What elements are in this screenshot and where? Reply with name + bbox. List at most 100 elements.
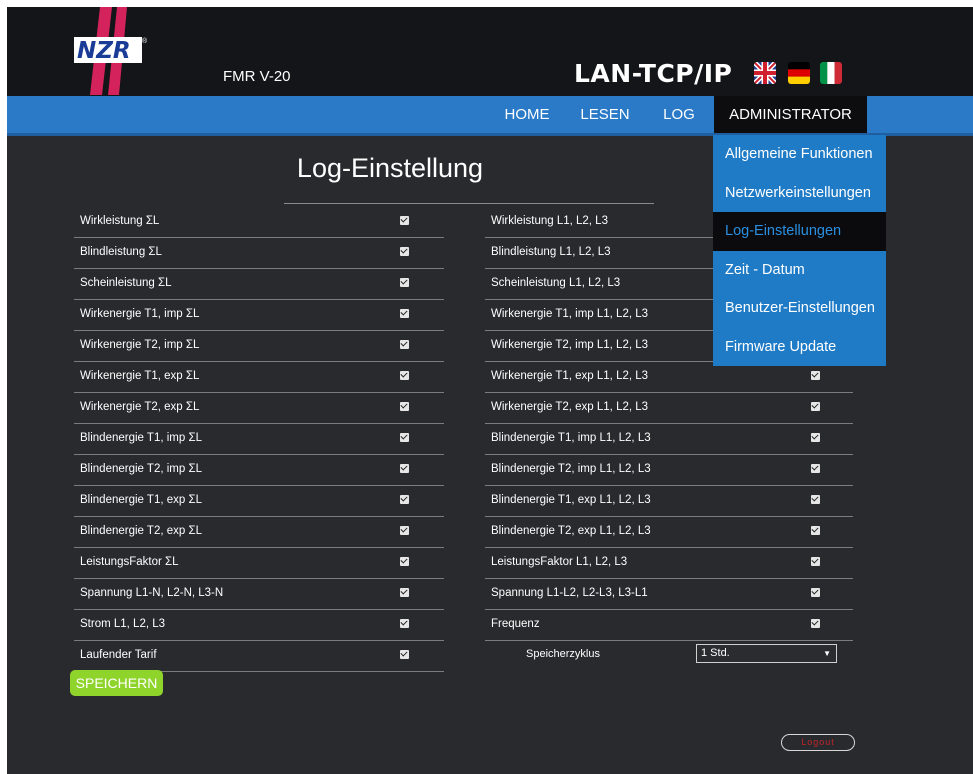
setting-label: Blindenergie T1, exp ΣL bbox=[80, 494, 202, 506]
setting-label: Scheinleistung ΣL bbox=[80, 277, 172, 289]
setting-row: Spannung L1-N, L2-N, L3-N bbox=[74, 578, 444, 610]
setting-row: LeistungsFaktor ΣL bbox=[74, 547, 444, 579]
setting-label: Blindenergie T2, exp ΣL bbox=[80, 525, 202, 537]
setting-row: Scheinleistung ΣL bbox=[74, 268, 444, 300]
setting-label: Spannung L1-L2, L2-L3, L3-L1 bbox=[491, 587, 648, 599]
setting-checkbox[interactable] bbox=[400, 309, 409, 318]
setting-row: Wirkenergie T2, exp L1, L2, L3 bbox=[485, 392, 853, 424]
setting-label: Wirkenergie T1, imp L1, L2, L3 bbox=[491, 308, 649, 320]
svg-text:®: ® bbox=[142, 37, 148, 45]
setting-checkbox[interactable] bbox=[811, 433, 820, 442]
nav-log[interactable]: LOG bbox=[651, 96, 707, 133]
chevron-down-icon: ▼ bbox=[823, 649, 831, 658]
setting-label: Blindleistung ΣL bbox=[80, 246, 162, 258]
speicherzyklus-label: Speicherzyklus bbox=[526, 648, 600, 660]
setting-checkbox[interactable] bbox=[400, 247, 409, 256]
setting-row: Wirkenergie T1, imp ΣL bbox=[74, 299, 444, 331]
setting-row: Wirkenergie T2, exp ΣL bbox=[74, 392, 444, 424]
setting-checkbox[interactable] bbox=[811, 402, 820, 411]
setting-checkbox[interactable] bbox=[400, 588, 409, 597]
setting-checkbox[interactable] bbox=[811, 557, 820, 566]
setting-label: Blindenergie T1, imp ΣL bbox=[80, 432, 202, 444]
setting-label: Wirkenergie T1, exp L1, L2, L3 bbox=[491, 370, 649, 382]
setting-label: Laufender Tarif bbox=[80, 649, 157, 661]
dropdown-item[interactable]: Log-Einstellungen bbox=[713, 212, 886, 251]
setting-checkbox[interactable] bbox=[400, 340, 409, 349]
setting-checkbox[interactable] bbox=[400, 619, 409, 628]
product-name: LAN-TCP/IP bbox=[574, 59, 733, 88]
setting-row: Spannung L1-L2, L2-L3, L3-L1 bbox=[485, 578, 853, 610]
setting-checkbox[interactable] bbox=[811, 371, 820, 380]
setting-checkbox[interactable] bbox=[400, 278, 409, 287]
title-divider bbox=[284, 203, 654, 204]
setting-checkbox[interactable] bbox=[811, 464, 820, 473]
nav-administrator[interactable]: ADMINISTRATOR bbox=[714, 96, 867, 133]
setting-row: Blindenergie T2, imp L1, L2, L3 bbox=[485, 454, 853, 486]
setting-checkbox[interactable] bbox=[400, 464, 409, 473]
setting-label: Wirkleistung L1, L2, L3 bbox=[491, 215, 608, 227]
speicherzyklus-select[interactable]: 1 Std. ▼ bbox=[696, 644, 837, 663]
setting-label: Wirkenergie T2, exp L1, L2, L3 bbox=[491, 401, 649, 413]
setting-row: Blindleistung ΣL bbox=[74, 237, 444, 269]
logo-text: NZR bbox=[77, 38, 131, 64]
setting-checkbox[interactable] bbox=[811, 526, 820, 535]
setting-row: Blindenergie T1, exp L1, L2, L3 bbox=[485, 485, 853, 517]
flag-de-icon[interactable] bbox=[788, 62, 810, 84]
admin-dropdown-menu: Allgemeine Funktionen Netzwerkeinstellung… bbox=[713, 135, 886, 366]
logout-button[interactable]: Logout bbox=[781, 734, 855, 751]
setting-checkbox[interactable] bbox=[400, 216, 409, 225]
setting-checkbox[interactable] bbox=[811, 619, 820, 628]
setting-row: Wirkleistung ΣL bbox=[74, 206, 444, 238]
setting-label: Blindleistung L1, L2, L3 bbox=[491, 246, 611, 258]
setting-row: Wirkenergie T1, exp ΣL bbox=[74, 361, 444, 393]
setting-checkbox[interactable] bbox=[400, 433, 409, 442]
nav-lesen[interactable]: LESEN bbox=[573, 96, 637, 133]
setting-row: Blindenergie T1, imp ΣL bbox=[74, 423, 444, 455]
setting-checkbox[interactable] bbox=[811, 588, 820, 597]
setting-checkbox[interactable] bbox=[400, 526, 409, 535]
setting-label: Scheinleistung L1, L2, L3 bbox=[491, 277, 621, 289]
setting-label: Wirkenergie T1, imp ΣL bbox=[80, 308, 200, 320]
setting-row: Blindenergie T2, imp ΣL bbox=[74, 454, 444, 486]
nav-bar: HOME LESEN LOG ADMINISTRATOR bbox=[7, 96, 973, 136]
setting-label: Frequenz bbox=[491, 618, 540, 630]
setting-checkbox[interactable] bbox=[400, 371, 409, 380]
setting-checkbox[interactable] bbox=[811, 495, 820, 504]
setting-row: Blindenergie T2, exp ΣL bbox=[74, 516, 444, 548]
speicherzyklus-value: 1 Std. bbox=[701, 647, 730, 659]
setting-checkbox[interactable] bbox=[400, 650, 409, 659]
setting-row: Laufender Tarif bbox=[74, 640, 444, 672]
setting-label: Blindenergie T2, imp ΣL bbox=[80, 463, 202, 475]
dropdown-item[interactable]: Zeit - Datum bbox=[713, 251, 886, 290]
setting-row: Blindenergie T1, imp L1, L2, L3 bbox=[485, 423, 853, 455]
setting-row: Wirkenergie T2, imp ΣL bbox=[74, 330, 444, 362]
setting-label: Blindenergie T1, exp L1, L2, L3 bbox=[491, 494, 651, 506]
setting-label: LeistungsFaktor ΣL bbox=[80, 556, 179, 568]
setting-label: Spannung L1-N, L2-N, L3-N bbox=[80, 587, 224, 599]
dropdown-item[interactable]: Allgemeine Funktionen bbox=[713, 135, 886, 174]
setting-checkbox[interactable] bbox=[400, 557, 409, 566]
setting-row: Frequenz bbox=[485, 609, 853, 641]
setting-row: LeistungsFaktor L1, L2, L3 bbox=[485, 547, 853, 579]
nzr-logo: NZR ® bbox=[74, 7, 148, 95]
setting-row: Blindenergie T2, exp L1, L2, L3 bbox=[485, 516, 853, 548]
app-window: NZR ® FMR V-20 LAN-TCP/IP HOME LESEN LOG… bbox=[7, 7, 973, 774]
header: NZR ® FMR V-20 LAN-TCP/IP bbox=[7, 7, 973, 96]
setting-checkbox[interactable] bbox=[400, 495, 409, 504]
flag-uk-icon[interactable] bbox=[754, 62, 776, 84]
dropdown-item[interactable]: Firmware Update bbox=[713, 328, 886, 367]
dropdown-item[interactable]: Benutzer-Einstellungen bbox=[713, 289, 886, 328]
page-title: Log-Einstellung bbox=[296, 153, 484, 183]
model-name: FMR V-20 bbox=[223, 68, 291, 85]
setting-label: Wirkenergie T2, imp L1, L2, L3 bbox=[491, 339, 649, 351]
setting-label: Strom L1, L2, L3 bbox=[80, 618, 166, 630]
setting-label: LeistungsFaktor L1, L2, L3 bbox=[491, 556, 628, 568]
nav-home[interactable]: HOME bbox=[493, 96, 561, 133]
setting-checkbox[interactable] bbox=[400, 402, 409, 411]
flag-it-icon[interactable] bbox=[820, 62, 842, 84]
dropdown-item[interactable]: Netzwerkeinstellungen bbox=[713, 174, 886, 213]
setting-label: Wirkenergie T1, exp ΣL bbox=[80, 370, 200, 382]
save-button[interactable]: SPEICHERN bbox=[70, 670, 163, 696]
setting-label: Wirkleistung ΣL bbox=[80, 215, 160, 227]
setting-label: Wirkenergie T2, imp ΣL bbox=[80, 339, 200, 351]
